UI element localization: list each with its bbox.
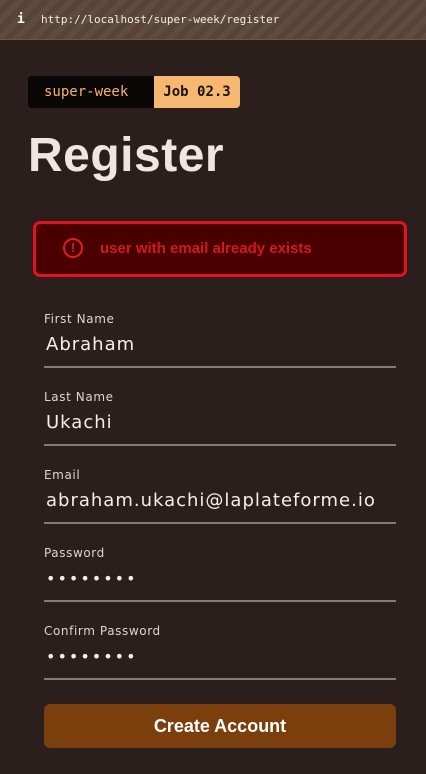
error-alert: ! user with email already exists xyxy=(33,221,407,277)
email-field: Email xyxy=(44,466,396,524)
project-tag: super-week Job 02.3 xyxy=(28,76,240,108)
password-field: Password xyxy=(44,544,396,602)
last-name-input[interactable] xyxy=(44,408,396,436)
error-message: user with email already exists xyxy=(100,240,312,257)
first-name-label: First Name xyxy=(44,312,115,326)
url-text[interactable]: http://localhost/super-week/register xyxy=(41,12,279,28)
last-name-field: Last Name xyxy=(44,388,396,446)
first-name-field: First Name xyxy=(44,310,396,368)
confirm-password-input[interactable] xyxy=(44,642,396,670)
alert-circle-icon: ! xyxy=(63,238,83,258)
page-title: Register xyxy=(28,129,225,182)
job-number-badge: Job 02.3 xyxy=(154,76,240,108)
password-label: Password xyxy=(44,546,105,560)
browser-url-bar[interactable]: i http://localhost/super-week/register xyxy=(0,0,426,40)
create-account-button[interactable]: Create Account xyxy=(44,704,396,748)
last-name-label: Last Name xyxy=(44,390,114,404)
project-name-badge: super-week xyxy=(28,76,155,108)
confirm-password-label: Confirm Password xyxy=(44,624,161,638)
first-name-input[interactable] xyxy=(44,330,396,358)
password-input[interactable] xyxy=(44,564,396,592)
email-label: Email xyxy=(44,468,81,482)
info-icon[interactable]: i xyxy=(17,11,27,29)
confirm-password-field: Confirm Password xyxy=(44,622,396,680)
email-input[interactable] xyxy=(44,486,396,514)
